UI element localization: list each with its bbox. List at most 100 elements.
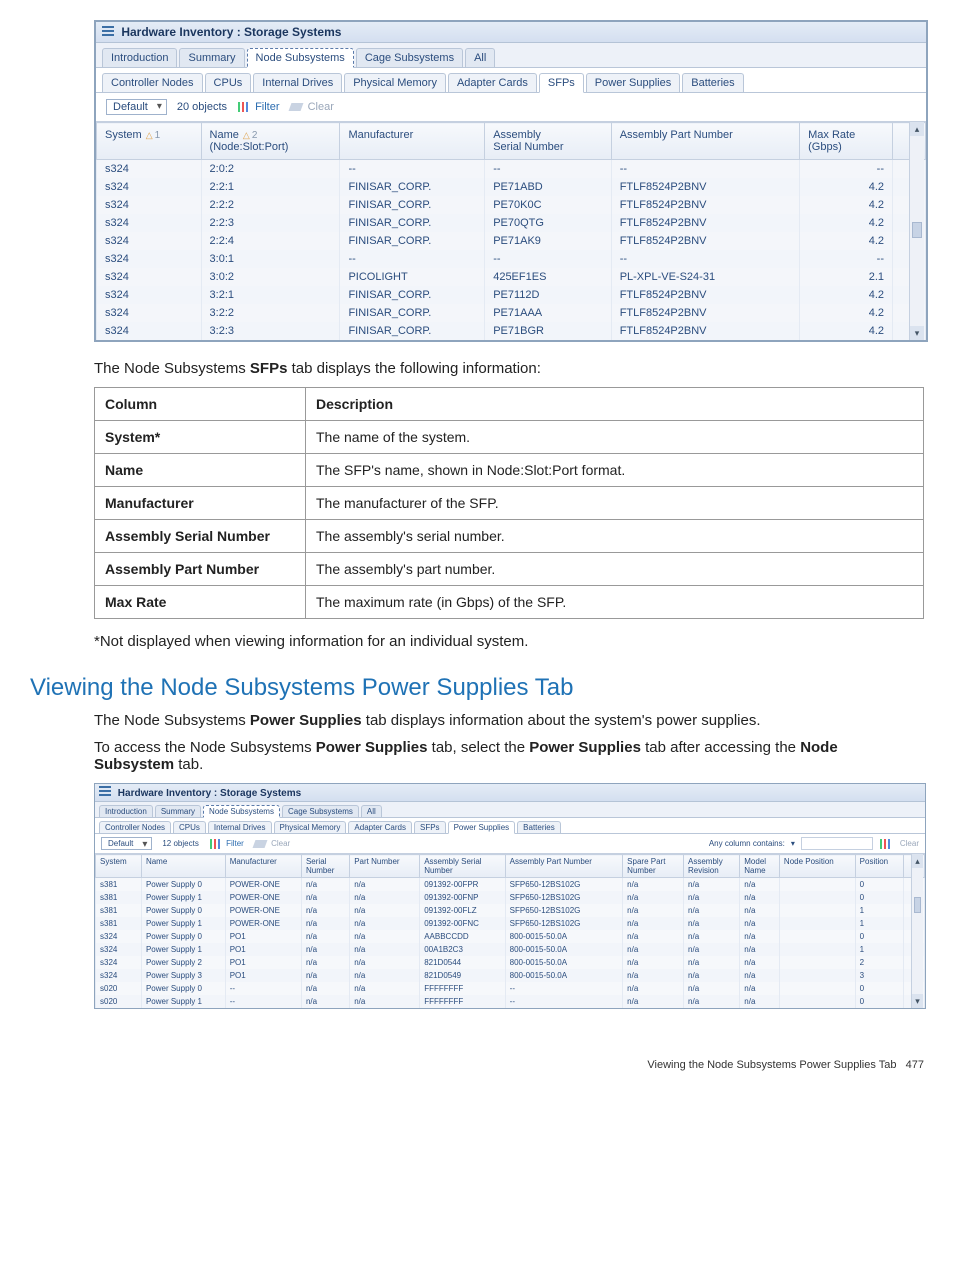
- tab-internal-drives[interactable]: Internal Drives: [208, 821, 272, 833]
- tab-batteries[interactable]: Batteries: [517, 821, 561, 833]
- scrollbar[interactable]: ▴ ▾: [911, 854, 923, 1008]
- col-header[interactable]: Assembly Part Number: [611, 123, 799, 160]
- scroll-up-icon[interactable]: ▴: [912, 854, 923, 868]
- tab-introduction[interactable]: Introduction: [99, 805, 153, 817]
- cell: --: [611, 160, 799, 179]
- cell: [779, 982, 855, 995]
- cell: --: [800, 160, 893, 179]
- tab-adapter-cards[interactable]: Adapter Cards: [348, 821, 412, 833]
- scrollbar[interactable]: ▴ ▾: [909, 122, 924, 340]
- cell: n/a: [350, 930, 420, 943]
- table-row[interactable]: s3242:2:2FINISAR_CORP.PE70K0CFTLF8524P2B…: [97, 196, 926, 214]
- filter-icon[interactable]: [879, 839, 891, 849]
- preset-select[interactable]: Default: [106, 99, 167, 115]
- tab-batteries[interactable]: Batteries: [682, 73, 743, 92]
- table-row[interactable]: s381Power Supply 0POWER-ONEn/an/a091392-…: [96, 878, 925, 892]
- col-header[interactable]: Manufacturer: [340, 123, 485, 160]
- scroll-up-icon[interactable]: ▴: [910, 122, 924, 136]
- tab-power-supplies[interactable]: Power Supplies: [586, 73, 680, 92]
- tab-adapter-cards[interactable]: Adapter Cards: [448, 73, 537, 92]
- col-header[interactable]: System: [96, 855, 142, 878]
- table-row[interactable]: s3243:2:2FINISAR_CORP.PE71AAAFTLF8524P2B…: [97, 304, 926, 322]
- table-row[interactable]: s3242:2:1FINISAR_CORP.PE71ABDFTLF8524P2B…: [97, 178, 926, 196]
- tab-cpus[interactable]: CPUs: [205, 73, 252, 92]
- tab-summary[interactable]: Summary: [179, 48, 244, 67]
- col-header[interactable]: Assembly SerialNumber: [420, 855, 505, 878]
- tab-sfps[interactable]: SFPs: [414, 821, 446, 833]
- col-header[interactable]: ModelName: [740, 855, 780, 878]
- cell: --: [340, 250, 485, 268]
- col-header[interactable]: Position: [855, 855, 903, 878]
- scroll-down-icon[interactable]: ▾: [910, 326, 924, 340]
- col-header[interactable]: SerialNumber: [301, 855, 349, 878]
- scroll-thumb[interactable]: [914, 897, 921, 913]
- filter-link[interactable]: Filter: [237, 101, 280, 113]
- table-row[interactable]: s3243:2:1FINISAR_CORP.PE7112DFTLF8524P2B…: [97, 286, 926, 304]
- col-header[interactable]: Node Position: [779, 855, 855, 878]
- table-row[interactable]: s3243:2:3FINISAR_CORP.PE71BGRFTLF8524P2B…: [97, 322, 926, 340]
- table-row[interactable]: s3243:0:2PICOLIGHT425EF1ESPL-XPL-VE-S24-…: [97, 268, 926, 286]
- filter-link[interactable]: Filter: [209, 839, 244, 849]
- table-row[interactable]: s3243:0:1--------: [97, 250, 926, 268]
- clear-link[interactable]: Clear: [254, 839, 290, 848]
- table-row[interactable]: s324Power Supply 1PO1n/an/a00A1B2C3800-0…: [96, 943, 925, 956]
- table-row[interactable]: s381Power Supply 0POWER-ONEn/an/a091392-…: [96, 904, 925, 917]
- chevron-down-icon[interactable]: ▾: [791, 839, 795, 848]
- tab-controller-nodes[interactable]: Controller Nodes: [99, 821, 171, 833]
- tab-physical-memory[interactable]: Physical Memory: [344, 73, 446, 92]
- table-row[interactable]: s324Power Supply 0PO1n/an/aAABBCCDD800-0…: [96, 930, 925, 943]
- col-header[interactable]: Part Number: [350, 855, 420, 878]
- scroll-down-icon[interactable]: ▾: [912, 994, 923, 1008]
- cell: Power Supply 1: [141, 995, 225, 1008]
- table-row[interactable]: s3242:2:3FINISAR_CORP.PE70QTGFTLF8524P2B…: [97, 214, 926, 232]
- tab-physical-memory[interactable]: Physical Memory: [274, 821, 347, 833]
- tab-internal-drives[interactable]: Internal Drives: [253, 73, 342, 92]
- grid-scroll: SystemNameManufacturerSerialNumberPart N…: [95, 854, 925, 1008]
- clear-link[interactable]: Clear: [290, 101, 334, 113]
- cell: 0: [855, 930, 903, 943]
- tab-all[interactable]: All: [465, 48, 495, 67]
- tab-node-subsystems[interactable]: Node Subsystems: [247, 48, 354, 68]
- col-header[interactable]: AssemblySerial Number: [485, 123, 611, 160]
- tab-power-supplies[interactable]: Power Supplies: [448, 821, 516, 834]
- col-header[interactable]: Max Rate(Gbps): [800, 123, 893, 160]
- col-header[interactable]: Manufacturer: [225, 855, 301, 878]
- cell: s324: [97, 304, 202, 322]
- panel-title-text: Hardware Inventory : Storage Systems: [121, 25, 341, 39]
- col-header[interactable]: Assembly Part Number: [505, 855, 623, 878]
- col-header[interactable]: Name: [141, 855, 225, 878]
- table-row[interactable]: s3242:0:2--------: [97, 160, 926, 179]
- panel-title: Hardware Inventory : Storage Systems: [96, 22, 926, 43]
- tab-controller-nodes[interactable]: Controller Nodes: [102, 73, 203, 92]
- table-row[interactable]: s324Power Supply 3PO1n/an/a821D0549800-0…: [96, 969, 925, 982]
- tab-sfps[interactable]: SFPs: [539, 73, 584, 93]
- table-row[interactable]: s020Power Supply 1--n/an/aFFFFFFFF--n/an…: [96, 995, 925, 1008]
- scroll-thumb[interactable]: [912, 222, 922, 238]
- table-row[interactable]: s381Power Supply 1POWER-ONEn/an/a091392-…: [96, 891, 925, 904]
- tab-introduction[interactable]: Introduction: [102, 48, 177, 67]
- table-row[interactable]: s381Power Supply 1POWER-ONEn/an/a091392-…: [96, 917, 925, 930]
- table-row[interactable]: s020Power Supply 0--n/an/aFFFFFFFF--n/an…: [96, 982, 925, 995]
- table-row[interactable]: s324Power Supply 2PO1n/an/a821D0544800-0…: [96, 956, 925, 969]
- table-row[interactable]: s3242:2:4FINISAR_CORP.PE71AK9FTLF8524P2B…: [97, 232, 926, 250]
- col-header[interactable]: AssemblyRevision: [684, 855, 740, 878]
- col-header[interactable]: Name2(Node:Slot:Port): [201, 123, 340, 160]
- clear-link-2[interactable]: Clear: [900, 839, 919, 848]
- tab-cage-subsystems[interactable]: Cage Subsystems: [356, 48, 463, 67]
- col-header[interactable]: System1: [97, 123, 202, 160]
- cell: 1: [855, 943, 903, 956]
- preset-select[interactable]: Default: [101, 837, 152, 850]
- cell: 4.2: [800, 322, 893, 340]
- tab-cpus[interactable]: CPUs: [173, 821, 206, 833]
- search-input[interactable]: [801, 837, 873, 850]
- cell: [779, 891, 855, 904]
- cell: s324: [97, 322, 202, 340]
- tab-cage-subsystems[interactable]: Cage Subsystems: [282, 805, 359, 817]
- tab-summary[interactable]: Summary: [155, 805, 201, 817]
- cell: Power Supply 0: [141, 982, 225, 995]
- sfps-panel: Hardware Inventory : Storage Systems Int…: [94, 20, 928, 342]
- col-header[interactable]: Spare PartNumber: [623, 855, 684, 878]
- cell: s381: [96, 917, 142, 930]
- tab-all[interactable]: All: [361, 805, 382, 817]
- tab-node-subsystems[interactable]: Node Subsystems: [203, 805, 280, 818]
